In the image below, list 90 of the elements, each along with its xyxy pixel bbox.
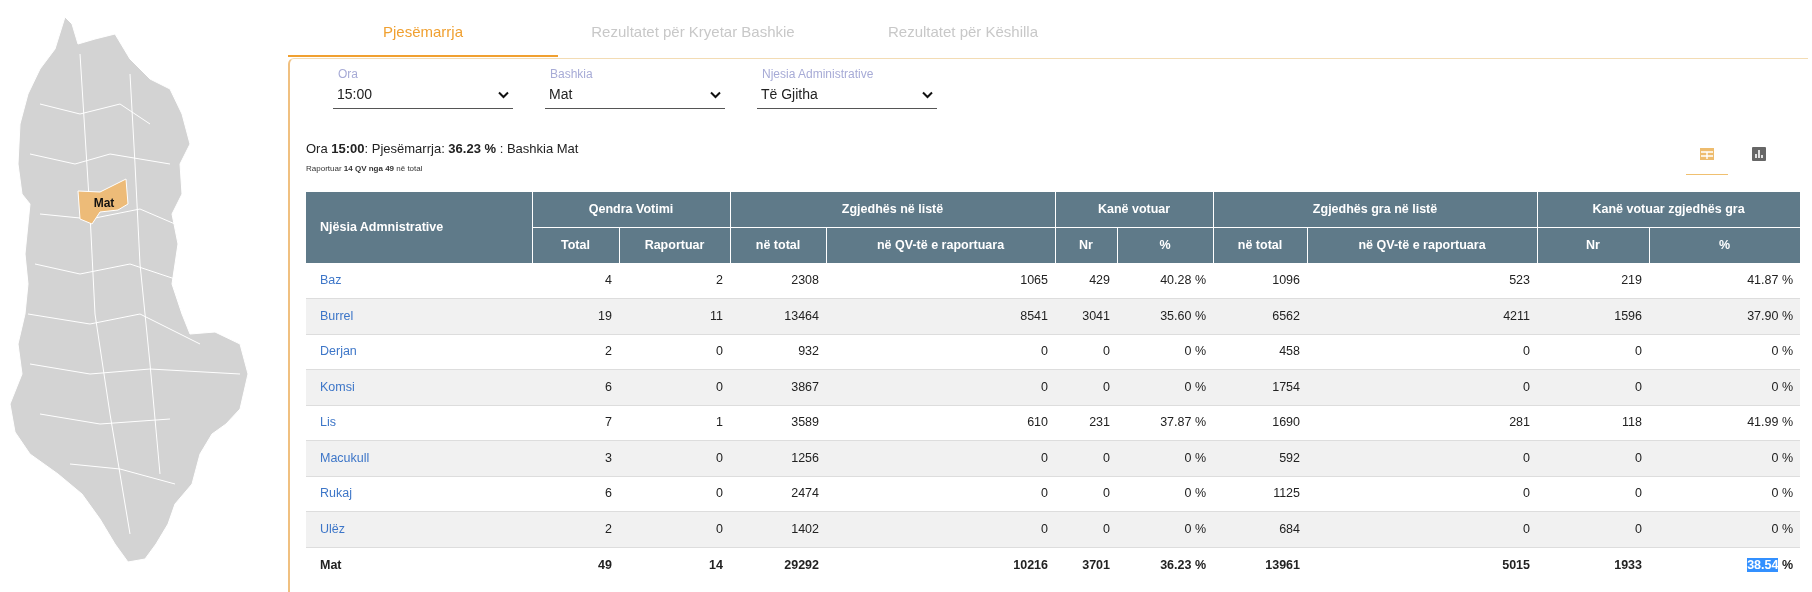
- table-cell: 36.23 %: [1117, 547, 1214, 583]
- table-cell: 11: [619, 298, 730, 334]
- unit-link[interactable]: Burrel: [320, 308, 354, 323]
- column-header: në total: [1213, 227, 1308, 263]
- table-cell: 684: [1213, 511, 1308, 547]
- column-header: Njësia Admnistrative: [306, 191, 532, 263]
- table-cell: 13464: [730, 298, 826, 334]
- table-cell: 14: [619, 547, 730, 583]
- table-cell: 0: [1307, 440, 1538, 476]
- summary-text: Ora 15:00: Pjesëmarrja: 36.23 % : Bashkia Mat: [306, 140, 579, 158]
- table-cell: 0 %: [1117, 440, 1214, 476]
- table-cell: 0: [619, 440, 730, 476]
- table-cell: 0 %: [1649, 440, 1801, 476]
- table-cell: 0: [619, 369, 730, 405]
- table-cell: 592: [1213, 440, 1308, 476]
- table-cell: Mat: [306, 547, 532, 583]
- table-cell: 0: [1537, 369, 1650, 405]
- unit-link[interactable]: Lis: [320, 415, 336, 430]
- map-region[interactable]: [77, 178, 129, 225]
- select-field[interactable]: 15:00: [333, 84, 513, 109]
- table-cell: 1933: [1537, 547, 1650, 583]
- table-cell: 3701: [1055, 547, 1118, 583]
- column-group-header: Kanë votuar: [1055, 191, 1214, 227]
- table-cell: 0: [1307, 511, 1538, 547]
- table-cell: 19: [532, 298, 619, 334]
- table-cell: 0: [826, 369, 1056, 405]
- table-cell: 5015: [1307, 547, 1538, 583]
- field-label: Njesia Administrative: [762, 66, 875, 83]
- select-field[interactable]: Mat: [545, 84, 725, 109]
- table-icon: [1700, 148, 1714, 161]
- chevron-down-icon: [710, 90, 721, 99]
- table-cell: 1596: [1537, 298, 1650, 334]
- field-label: Bashkia: [550, 66, 594, 83]
- table-cell: 0 %: [1649, 511, 1801, 547]
- table-cell: 0 %: [1649, 369, 1801, 405]
- column-group-header: Zgjedhës në listë: [730, 191, 1056, 227]
- column-header: Total: [532, 227, 619, 263]
- unit-link[interactable]: Ulëz: [320, 521, 345, 536]
- table-cell: 6: [532, 369, 619, 405]
- bar-chart-icon: [1752, 147, 1766, 162]
- table-cell: 0: [1537, 440, 1650, 476]
- column-header: në QV-të e raportuara: [1307, 227, 1538, 263]
- table-cell: 29292: [730, 547, 826, 583]
- table-cell: 0: [1055, 369, 1118, 405]
- table-cell: 0: [619, 511, 730, 547]
- table-cell: 35.60 %: [1117, 298, 1214, 334]
- table-cell: 0: [826, 440, 1056, 476]
- table-cell: 0: [1537, 511, 1650, 547]
- table-cell: 38.54 %: [1649, 547, 1801, 583]
- table-cell: 1256: [730, 440, 826, 476]
- unit-link[interactable]: Rukaj: [320, 486, 352, 501]
- chevron-down-icon: [922, 90, 933, 99]
- table-cell: 2: [532, 511, 619, 547]
- column-group-header: Qendra Votimi: [532, 191, 730, 227]
- column-header: Nr: [1055, 227, 1118, 263]
- table-cell: 13961: [1213, 547, 1308, 583]
- column-header: në QV-të e raportuara: [826, 227, 1056, 263]
- unit-link[interactable]: Baz: [320, 273, 342, 288]
- table-cell: 3867: [730, 369, 826, 405]
- table-cell: 0 %: [1117, 369, 1214, 405]
- table-cell: 0: [1307, 369, 1538, 405]
- table-cell: 3: [532, 440, 619, 476]
- table-cell: 0: [1055, 440, 1118, 476]
- table-cell: 6562: [1213, 298, 1308, 334]
- reported-note: Raportuar 14 QV nga 49 në total: [306, 162, 424, 175]
- column-group-header: Zgjedhës gra në listë: [1213, 191, 1538, 227]
- chevron-down-icon: [498, 90, 509, 99]
- table-cell: 0: [826, 511, 1056, 547]
- unit-link[interactable]: Derjan: [320, 344, 357, 359]
- table-cell: 0: [1055, 511, 1118, 547]
- table-cell: 0 %: [1117, 511, 1214, 547]
- table-cell: 1754: [1213, 369, 1308, 405]
- unit-link[interactable]: Macukull: [320, 450, 370, 465]
- column-header: në total: [730, 227, 826, 263]
- region-label: Mat: [93, 196, 115, 210]
- unit-link[interactable]: Komsi: [320, 379, 355, 394]
- table-cell: 37.90 %: [1649, 298, 1801, 334]
- select-field[interactable]: Të Gjitha: [757, 84, 937, 109]
- column-header: %: [1117, 227, 1214, 263]
- column-header: Nr: [1537, 227, 1650, 263]
- table-cell: 3041: [1055, 298, 1118, 334]
- column-header: Raportuar: [619, 227, 730, 263]
- field-label: Ora: [338, 66, 359, 83]
- table-cell: 10216: [826, 547, 1056, 583]
- column-group-header: Kanë votuar zgjedhës gra: [1537, 191, 1801, 227]
- table-cell: 49: [532, 547, 619, 583]
- table-cell: 8541: [826, 298, 1056, 334]
- table-cell: 1402: [730, 511, 826, 547]
- table-cell: 4211: [1307, 298, 1538, 334]
- column-header: %: [1649, 227, 1801, 263]
